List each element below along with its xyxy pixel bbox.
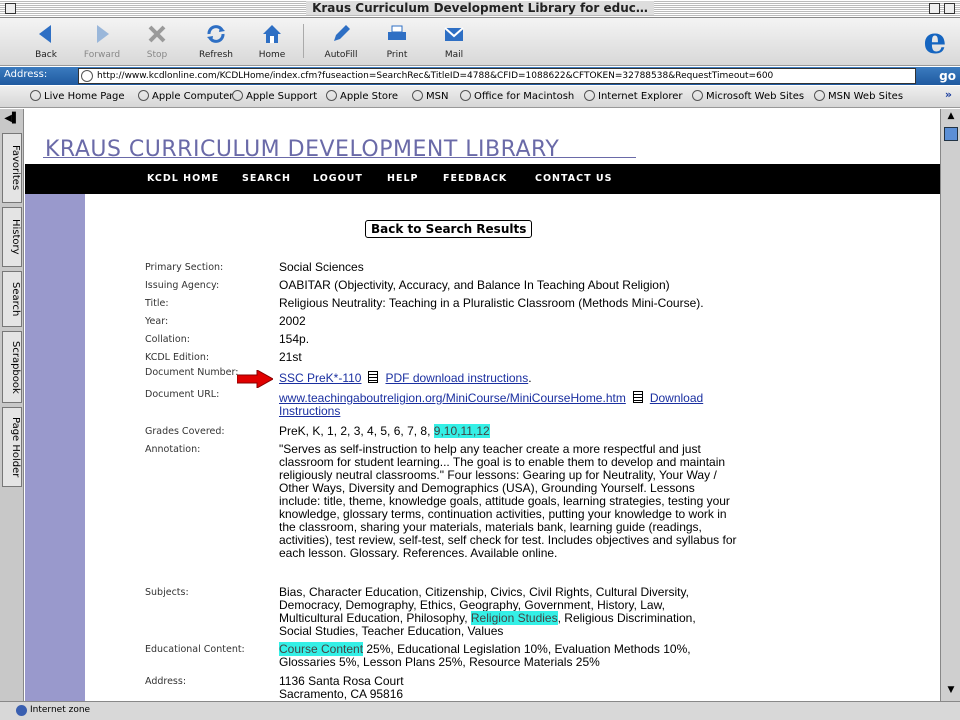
collapse-box-icon[interactable] <box>944 3 955 14</box>
refresh-icon <box>207 25 225 43</box>
favorite-page-icon <box>584 90 595 101</box>
year-value: 2002 <box>279 314 306 328</box>
educational-content-highlight: Course Content <box>279 642 364 656</box>
edition-value: 21st <box>279 350 302 364</box>
title-value: Religious Neutrality: Teaching in a Plur… <box>279 296 704 310</box>
address-bar: Address: http://www.kcdlonline.com/KCDLH… <box>0 67 960 85</box>
favorites-bar: Live Home Page Apple Computer Apple Supp… <box>0 86 960 108</box>
address-url-text: http://www.kcdlonline.com/KCDLHome/index… <box>97 71 774 81</box>
nav-contact-us[interactable]: CONTACT US <box>535 173 612 184</box>
forward-arrow-icon <box>97 25 109 43</box>
sidebar-tab-history[interactable]: History <box>2 207 22 267</box>
sidebar-expand-icon[interactable]: ◀▌ <box>2 113 22 129</box>
close-box-icon[interactable] <box>5 3 16 14</box>
stop-button[interactable]: Stop <box>129 20 185 64</box>
sidebar-tab-search[interactable]: Search <box>2 271 22 327</box>
favorite-page-icon <box>412 90 423 101</box>
stop-x-icon <box>148 25 166 43</box>
site-title-underline <box>43 157 636 158</box>
window-title-bar[interactable]: Kraus Curriculum Development Library for… <box>0 0 960 18</box>
favorite-page-icon <box>326 90 337 101</box>
left-color-column <box>25 194 85 701</box>
favorite-page-icon <box>460 90 471 101</box>
print-button[interactable]: Print <box>369 20 425 64</box>
address-line2: Sacramento, CA 95816 <box>279 687 404 701</box>
fav-microsoft-web-sites[interactable]: Microsoft Web Sites <box>692 90 804 102</box>
favorite-page-icon <box>138 90 149 101</box>
more-favorites-chevron-icon[interactable]: » <box>945 88 952 101</box>
explorer-sidebar-tabs: ◀▌ Favorites History Search Scrapbook Pa… <box>0 109 24 701</box>
fav-msn-web-sites[interactable]: MSN Web Sites <box>814 90 903 102</box>
favorite-page-icon <box>232 90 243 101</box>
back-to-search-results-button[interactable]: Back to Search Results <box>365 220 533 238</box>
fav-apple-support[interactable]: Apple Support <box>232 90 317 102</box>
refresh-button[interactable]: Refresh <box>188 20 244 64</box>
nav-kcdl-home[interactable]: KCDL HOME <box>147 173 219 184</box>
nav-logout[interactable]: LOGOUT <box>313 173 363 184</box>
fav-live-home-page[interactable]: Live Home Page <box>30 90 125 102</box>
address-input[interactable]: http://www.kcdlonline.com/KCDLHome/index… <box>78 68 916 84</box>
grades-plain: PreK, K, 1, 2, 3, 4, 5, 6, 7, 8, <box>279 424 431 438</box>
pdf-download-instructions-link[interactable]: PDF download instructions <box>385 371 528 385</box>
primary-section-value: Social Sciences <box>279 260 364 274</box>
annotation-value: "Serves as self-instruction to help any … <box>279 442 737 560</box>
subjects-highlight: Religion Studies <box>470 611 558 625</box>
site-title: KRAUS CURRICULUM DEVELOPMENT LIBRARY <box>45 137 560 162</box>
home-icon <box>263 25 281 43</box>
scroll-thumb[interactable] <box>944 127 958 141</box>
red-pointer-arrow-icon <box>237 370 273 388</box>
address-label: Address: <box>4 69 48 80</box>
fav-internet-explorer[interactable]: Internet Explorer <box>584 90 683 102</box>
zoom-box-icon[interactable] <box>929 3 940 14</box>
mail-envelope-icon <box>444 27 464 41</box>
document-number-link[interactable]: SSC PreK*-110 <box>279 371 361 385</box>
window-title: Kraus Curriculum Development Library for… <box>306 1 654 15</box>
grade-11-highlight: 11 <box>460 424 473 438</box>
fav-msn[interactable]: MSN <box>412 90 448 102</box>
toolbar-separator <box>303 24 304 58</box>
printer-icon <box>388 25 406 40</box>
fav-office-for-macintosh[interactable]: Office for Macintosh <box>460 90 574 102</box>
sidebar-tab-favorites[interactable]: Favorites <box>2 133 22 203</box>
grade-12-highlight: 12 <box>476 424 490 438</box>
document-url-link[interactable]: www.teachingaboutreligion.org/MiniCourse… <box>279 391 626 405</box>
browser-toolbar: Back Forward Stop Refresh Home AutoFill … <box>0 18 960 66</box>
fav-apple-store[interactable]: Apple Store <box>326 90 398 102</box>
scroll-up-arrow-icon[interactable]: ▲ <box>943 111 959 125</box>
go-button[interactable]: go <box>920 68 956 84</box>
status-bar: Internet zone <box>0 701 960 720</box>
internet-explorer-logo-icon: e <box>923 20 947 62</box>
nav-help[interactable]: HELP <box>387 173 418 184</box>
document-icon <box>632 391 643 403</box>
page-globe-icon <box>81 70 93 82</box>
home-button[interactable]: Home <box>244 20 300 64</box>
autofill-pen-icon <box>334 25 350 41</box>
security-zone-text: Internet zone <box>30 705 91 715</box>
internet-zone-globe-icon <box>16 705 27 716</box>
issuing-agency-value: OABITAR (Objectivity, Accuracy, and Bala… <box>279 278 670 292</box>
fav-apple-computer[interactable]: Apple Computer <box>138 90 233 102</box>
forward-button[interactable]: Forward <box>74 20 130 64</box>
sidebar-tab-scrapbook[interactable]: Scrapbook <box>2 331 22 403</box>
mail-button[interactable]: Mail <box>426 20 482 64</box>
back-arrow-icon <box>39 25 51 43</box>
favorite-page-icon <box>30 90 41 101</box>
scroll-down-arrow-icon[interactable]: ▼ <box>943 685 959 699</box>
folder-icon <box>692 90 703 101</box>
nav-search[interactable]: SEARCH <box>242 173 291 184</box>
autofill-button[interactable]: AutoFill <box>313 20 369 64</box>
document-icon <box>368 371 379 383</box>
sidebar-tab-page-holder[interactable]: Page Holder <box>2 407 22 487</box>
folder-icon <box>814 90 825 101</box>
address-line1: 1136 Santa Rosa Court <box>279 674 404 688</box>
collation-value: 154p. <box>279 332 310 346</box>
nav-feedback[interactable]: FEEDBACK <box>443 173 507 184</box>
site-nav-bar: KCDL HOME SEARCH LOGOUT HELP FEEDBACK CO… <box>25 164 940 194</box>
back-button[interactable]: Back <box>18 20 74 64</box>
page-content: KRAUS CURRICULUM DEVELOPMENT LIBRARY KCD… <box>25 109 940 701</box>
grade-10-highlight: 10 <box>443 424 458 438</box>
vertical-scrollbar[interactable]: ▲ ▼ <box>940 109 960 701</box>
